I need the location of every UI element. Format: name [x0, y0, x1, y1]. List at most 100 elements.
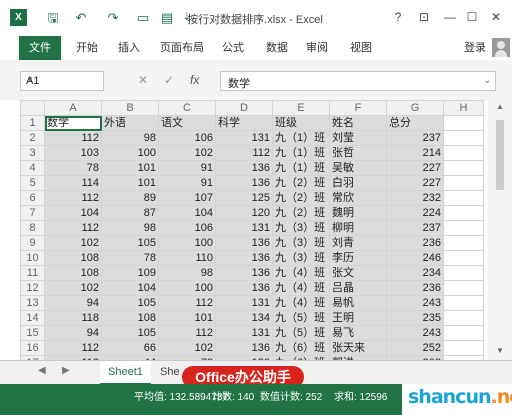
cell[interactable]: 九（3）班: [272, 235, 330, 251]
cell[interactable]: [443, 220, 484, 236]
row-header[interactable]: 16: [20, 340, 45, 356]
cell[interactable]: 104: [44, 205, 102, 221]
help-button[interactable]: ?: [388, 8, 408, 26]
vertical-scrollbar[interactable]: ▲ ▼: [488, 100, 512, 360]
cell[interactable]: 外语: [101, 115, 159, 131]
cell[interactable]: 232: [386, 190, 444, 206]
tab-view[interactable]: 视图: [346, 36, 376, 60]
expand-formula-bar-icon[interactable]: ⌄: [483, 75, 491, 86]
active-cell[interactable]: 数学: [44, 115, 102, 131]
cell[interactable]: 214: [386, 145, 444, 161]
cell[interactable]: 九（4）班: [272, 280, 330, 296]
cell[interactable]: 131: [215, 295, 273, 311]
cell[interactable]: 108: [44, 265, 102, 281]
cell[interactable]: [443, 130, 484, 146]
cell[interactable]: 吕晶: [329, 280, 387, 296]
row-header[interactable]: 15: [20, 325, 45, 341]
cell[interactable]: 94: [44, 295, 102, 311]
scroll-up-icon[interactable]: ▲: [494, 102, 506, 112]
ribbon-display-button[interactable]: ⊡: [414, 8, 434, 26]
row-header[interactable]: 14: [20, 310, 45, 326]
cell[interactable]: 101: [101, 175, 159, 191]
cell[interactable]: 237: [386, 130, 444, 146]
cell[interactable]: 246: [386, 250, 444, 266]
cell[interactable]: 94: [44, 325, 102, 341]
cell[interactable]: 101: [158, 310, 216, 326]
cell[interactable]: 234: [386, 265, 444, 281]
cell[interactable]: 136: [215, 175, 273, 191]
chevron-down-icon[interactable]: ▼: [26, 75, 99, 84]
cell[interactable]: 136: [215, 280, 273, 296]
cell[interactable]: 九（4）班: [272, 265, 330, 281]
cell[interactable]: 136: [215, 265, 273, 281]
cell[interactable]: 227: [386, 160, 444, 176]
cell[interactable]: 118: [44, 310, 102, 326]
cell[interactable]: 吴敏: [329, 160, 387, 176]
column-header[interactable]: E: [272, 100, 330, 116]
cell[interactable]: [443, 325, 484, 341]
cell[interactable]: 120: [215, 205, 273, 221]
tab-page-layout[interactable]: 页面布局: [158, 36, 206, 60]
column-header[interactable]: D: [215, 100, 273, 116]
cell[interactable]: [443, 115, 484, 131]
cell[interactable]: 227: [386, 175, 444, 191]
cell[interactable]: 91: [158, 160, 216, 176]
cell[interactable]: 105: [101, 235, 159, 251]
cell[interactable]: 112: [44, 340, 102, 356]
cell[interactable]: 语文: [158, 115, 216, 131]
cell[interactable]: 王明: [329, 310, 387, 326]
cell[interactable]: 110: [158, 250, 216, 266]
row-header[interactable]: 6: [20, 190, 45, 206]
row-header[interactable]: 7: [20, 205, 45, 221]
cell[interactable]: 白羽: [329, 175, 387, 191]
column-header[interactable]: G: [386, 100, 444, 116]
worksheet-grid[interactable]: A B C D E F G H 1 数学 外语 语文 科学 班级 姓名 总分 2 112 98 106…: [20, 100, 488, 360]
cell[interactable]: [443, 235, 484, 251]
cell[interactable]: 103: [44, 145, 102, 161]
column-header[interactable]: H: [443, 100, 484, 116]
row-header[interactable]: 12: [20, 280, 45, 296]
cell[interactable]: [443, 205, 484, 221]
sheet-tab-active[interactable]: Sheet1: [100, 361, 151, 385]
cell[interactable]: 98: [101, 130, 159, 146]
cell[interactable]: 107: [158, 190, 216, 206]
cell[interactable]: 班级: [272, 115, 330, 131]
cell[interactable]: 九（2）班: [272, 190, 330, 206]
close-button[interactable]: ✕: [486, 8, 506, 26]
cell[interactable]: 九（2）班: [272, 175, 330, 191]
scroll-down-icon[interactable]: ▼: [494, 346, 506, 356]
save-icon[interactable]: 🖫: [44, 9, 62, 26]
tab-data[interactable]: 数据: [262, 36, 292, 60]
cell[interactable]: [443, 250, 484, 266]
cell[interactable]: 106: [158, 130, 216, 146]
cell[interactable]: [443, 175, 484, 191]
cell[interactable]: 108: [101, 310, 159, 326]
cell[interactable]: 98: [158, 265, 216, 281]
cell[interactable]: 112: [44, 190, 102, 206]
cell[interactable]: 224: [386, 205, 444, 221]
cell[interactable]: 112: [44, 220, 102, 236]
column-header[interactable]: B: [101, 100, 159, 116]
row-header[interactable]: 2: [20, 130, 45, 146]
maximize-button[interactable]: ☐: [462, 8, 482, 26]
cell[interactable]: 柳明: [329, 220, 387, 236]
cell[interactable]: 姓名: [329, 115, 387, 131]
cell[interactable]: 136: [215, 250, 273, 266]
cell[interactable]: 237: [386, 220, 444, 236]
cell[interactable]: [443, 310, 484, 326]
cell[interactable]: 九（3）班: [272, 250, 330, 266]
cell[interactable]: 张文: [329, 265, 387, 281]
cell[interactable]: 89: [101, 190, 159, 206]
row-header[interactable]: 9: [20, 235, 45, 251]
cell[interactable]: 九（3）班: [272, 220, 330, 236]
cell[interactable]: 112: [44, 130, 102, 146]
cell[interactable]: [443, 160, 484, 176]
column-header[interactable]: C: [158, 100, 216, 116]
cell[interactable]: 104: [101, 280, 159, 296]
tab-review[interactable]: 审阅: [302, 36, 332, 60]
select-all-corner[interactable]: [20, 100, 45, 116]
column-header[interactable]: F: [329, 100, 387, 116]
cell[interactable]: 九（6）班: [272, 340, 330, 356]
row-header[interactable]: 5: [20, 175, 45, 191]
cell[interactable]: 九（5）班: [272, 310, 330, 326]
